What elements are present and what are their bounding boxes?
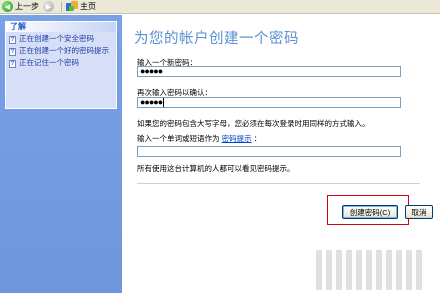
task-secure-password[interactable]: ? 正在创建一个安全密码	[9, 34, 113, 44]
help-topic-icon: ?	[9, 36, 16, 44]
task-label: 正在记住一个密码	[19, 58, 79, 67]
password-hint-link[interactable]: 密码提示	[222, 134, 252, 143]
hint-label-prefix: 输入一个单词或短语作为	[137, 134, 220, 143]
password-hint-input[interactable]	[137, 146, 401, 157]
create-password-button[interactable]: 创建密码(C)	[342, 205, 398, 219]
panel-title: 了解	[6, 22, 116, 32]
forward-button[interactable]: ▶	[43, 1, 56, 13]
cancel-button[interactable]: 取消	[405, 205, 433, 219]
text-caret	[163, 98, 165, 107]
toolbar-separator	[61, 1, 62, 12]
task-label: 正在创建一个好的密码提示	[19, 46, 109, 55]
password-hint-label: 输入一个单词或短语作为 密码提示 ：	[137, 133, 261, 144]
help-topic-icon: ?	[9, 60, 16, 68]
divider	[137, 183, 420, 184]
home-icon	[66, 1, 78, 12]
toolbar: ◀ 上一步 ▶ 主页	[0, 0, 440, 14]
confirm-password-value: ●●●●●	[140, 97, 163, 107]
help-topic-icon: ?	[9, 48, 16, 56]
back-label: 上一步	[15, 2, 39, 11]
new-password-value: ●●●●●	[140, 66, 163, 76]
case-sensitivity-note: 如果您的密码包含大写字母，您必须在每次登录时用同样的方式输入。	[137, 119, 370, 128]
forward-arrow-icon: ▶	[43, 1, 54, 12]
sidebar: 了解 ? 正在创建一个安全密码 ? 正在创建一个好的密码提示 ? 正在记住一个密…	[0, 15, 122, 293]
task-list: ? 正在创建一个安全密码 ? 正在创建一个好的密码提示 ? 正在记住一个密码	[6, 32, 116, 68]
learn-about-panel: 了解 ? 正在创建一个安全密码 ? 正在创建一个好的密码提示 ? 正在记住一个密…	[5, 21, 117, 109]
back-button[interactable]: ◀ 上一步	[2, 1, 39, 13]
task-label: 正在创建一个安全密码	[19, 34, 94, 43]
back-arrow-icon: ◀	[2, 1, 13, 12]
hint-label-suffix: ：	[253, 134, 262, 143]
new-password-input[interactable]: ●●●●●	[137, 66, 401, 77]
home-label: 主页	[80, 2, 96, 11]
confirm-password-input[interactable]: ●●●●●	[137, 97, 401, 108]
hint-visibility-note: 所有使用这台计算机的人都可以看见密码提示。	[137, 164, 295, 173]
home-button[interactable]: 主页	[66, 1, 96, 13]
watermark	[316, 250, 426, 290]
page-title: 为您的帐户创建一个密码	[134, 31, 299, 47]
task-good-hint[interactable]: ? 正在创建一个好的密码提示	[9, 46, 113, 56]
task-remember-password[interactable]: ? 正在记住一个密码	[9, 58, 113, 68]
